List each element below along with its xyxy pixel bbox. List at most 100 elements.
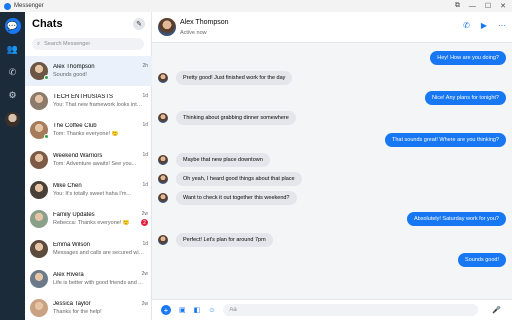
chat-list-item[interactable]: Family Updates Rebecca: Thanks everyone!… [25, 204, 152, 234]
chats-nav-icon[interactable]: 💬 [5, 18, 21, 34]
chat-name: Mike Chen [53, 183, 145, 189]
unread-badge: 2 [141, 219, 148, 226]
message-bubble[interactable]: Sounds good! [458, 253, 506, 267]
calls-nav-icon[interactable]: ✆ [5, 64, 21, 80]
outgoing-message: Nice! Any plans for tonight? [425, 91, 506, 105]
incoming-message: Maybe that new place downtown [158, 153, 270, 167]
chat-avatar [30, 270, 48, 288]
message-bubble[interactable]: Want to check it out together this weeke… [176, 191, 297, 205]
chat-time: 2w [142, 211, 148, 217]
chat-list-item[interactable]: Emma Wilson Messages and calls are secur… [25, 234, 152, 264]
profile-avatar[interactable] [5, 112, 20, 127]
sender-avatar [158, 73, 168, 83]
outgoing-message: Hey! How are you doing? [430, 51, 506, 65]
chat-time: 2h [142, 63, 148, 69]
chat-list-panel: Chats ✎ ⌕ Search Messenger Alex Thompson… [25, 12, 152, 320]
chat-list-item[interactable]: Jessica Taylor Thanks for the help! 2w [25, 294, 152, 323]
chats-title: Chats [32, 18, 63, 30]
chat-time: 1d [142, 122, 148, 128]
incoming-message: Pretty good! Just finished work for the … [158, 71, 292, 85]
message-bubble[interactable]: Perfect! Let's plan for around 7pm [176, 233, 273, 247]
chat-list-item[interactable]: TECH ENTHUSIASTS You: That new framework… [25, 86, 152, 116]
window-title: Messenger [14, 3, 44, 9]
contact-status: Active now [180, 30, 207, 36]
chat-avatar [30, 121, 48, 139]
chat-preview: Messages and calls are secured with... [53, 250, 145, 256]
close-button[interactable]: ✕ [500, 2, 506, 10]
chat-time: 2w [142, 301, 148, 307]
chat-avatar [30, 210, 48, 228]
video-call-icon[interactable]: ▶ [481, 21, 487, 30]
message-bubble[interactable]: That sounds great! Where are you thinkin… [385, 133, 506, 147]
sender-avatar [158, 193, 168, 203]
chat-list-item[interactable]: Mike Chen You: It's totally sweet haha I… [25, 175, 152, 205]
more-options-icon[interactable]: ⋯ [498, 21, 506, 30]
chat-list-item[interactable]: Alex Rivera Life is better with good fri… [25, 264, 152, 294]
chat-preview: Sounds good! [53, 72, 145, 78]
maximize-button[interactable]: ☐ [485, 2, 491, 10]
outgoing-message: That sounds great! Where are you thinkin… [385, 133, 506, 147]
sender-avatar [158, 155, 168, 165]
nav-rail: 💬 👥 ✆ ⚙ [0, 12, 25, 320]
snap-icon[interactable]: ⧉ [455, 2, 460, 10]
sender-avatar [158, 235, 168, 245]
title-bar: Messenger ⧉ — ☐ ✕ [0, 0, 512, 12]
chat-preview: Tom: Adventure awaits! See you... [53, 161, 145, 167]
minimize-button[interactable]: — [469, 3, 476, 10]
message-bubble[interactable]: Oh yeah, I heard good things about that … [176, 172, 302, 186]
message-bubble[interactable]: Maybe that new place downtown [176, 153, 270, 167]
chat-avatar [30, 62, 48, 80]
add-icon[interactable]: + [161, 305, 171, 315]
compose-icon[interactable]: ✎ [133, 18, 145, 30]
message-thread: Hey! How are you doing? Pretty good! Just… [152, 43, 512, 303]
contact-avatar[interactable] [158, 18, 176, 36]
incoming-message: Thinking about grabbing dinner somewhere [158, 111, 296, 125]
message-bubble[interactable]: Nice! Any plans for tonight? [425, 91, 506, 105]
chat-avatar [30, 92, 48, 110]
image-icon[interactable]: ▣ [179, 306, 186, 314]
chat-name: The Coffee Club [53, 123, 145, 129]
chat-time: 1d [142, 93, 148, 99]
chat-preview: Thanks for the help! [53, 309, 145, 315]
chat-preview: Tom: Thanks everyone! 🙂 [53, 131, 145, 137]
window-controls: ⧉ — ☐ ✕ [455, 2, 512, 10]
gif-icon[interactable]: ☺ [208, 307, 215, 314]
chat-time: 1d [142, 152, 148, 158]
chat-time: 1d [142, 241, 148, 247]
outgoing-message: Absolutely! Saturday work for you? [407, 212, 506, 226]
conversation-header: Alex Thompson Active now ✆ ▶ ⋯ [152, 12, 512, 43]
online-indicator [44, 134, 49, 139]
message-input[interactable] [223, 304, 478, 316]
chat-name: Weekend Warriors [53, 153, 145, 159]
message-bubble[interactable]: Pretty good! Just finished work for the … [176, 71, 292, 85]
chat-avatar [30, 151, 48, 169]
chat-name: Alex Rivera [53, 272, 145, 278]
phone-call-icon[interactable]: ✆ [463, 21, 470, 30]
chat-time: 1d [142, 182, 148, 188]
chat-name: Alex Thompson [53, 64, 145, 70]
sender-avatar [158, 113, 168, 123]
chat-list-item[interactable]: The Coffee Club Tom: Thanks everyone! 🙂 … [25, 115, 152, 145]
microphone-icon[interactable]: 🎤 [492, 306, 501, 314]
chat-name: Family Updates [53, 212, 145, 218]
incoming-message: Oh yeah, I heard good things about that … [158, 172, 302, 186]
message-bubble[interactable]: Hey! How are you doing? [430, 51, 506, 65]
sticker-icon[interactable]: ◧ [194, 306, 201, 314]
chat-avatar [30, 299, 48, 317]
chat-time: 2w [142, 271, 148, 277]
chat-list-item[interactable]: Alex Thompson Sounds good! 2h [25, 56, 152, 86]
chat-list-item[interactable]: Weekend Warriors Tom: Adventure awaits! … [25, 145, 152, 175]
people-nav-icon[interactable]: 👥 [5, 41, 21, 57]
outgoing-message: Sounds good! [458, 253, 506, 267]
message-bubble[interactable]: Absolutely! Saturday work for you? [407, 212, 506, 226]
search-icon: ⌕ [37, 41, 40, 48]
search-input[interactable]: ⌕ Search Messenger [32, 38, 144, 50]
search-placeholder: Search Messenger [44, 41, 90, 47]
contact-name[interactable]: Alex Thompson [180, 19, 229, 26]
chat-avatar [30, 240, 48, 258]
chat-name: TECH ENTHUSIASTS [53, 94, 145, 100]
settings-nav-icon[interactable]: ⚙ [5, 87, 21, 103]
chat-name: Emma Wilson [53, 242, 145, 248]
sender-avatar [158, 174, 168, 184]
message-bubble[interactable]: Thinking about grabbing dinner somewhere [176, 111, 296, 125]
